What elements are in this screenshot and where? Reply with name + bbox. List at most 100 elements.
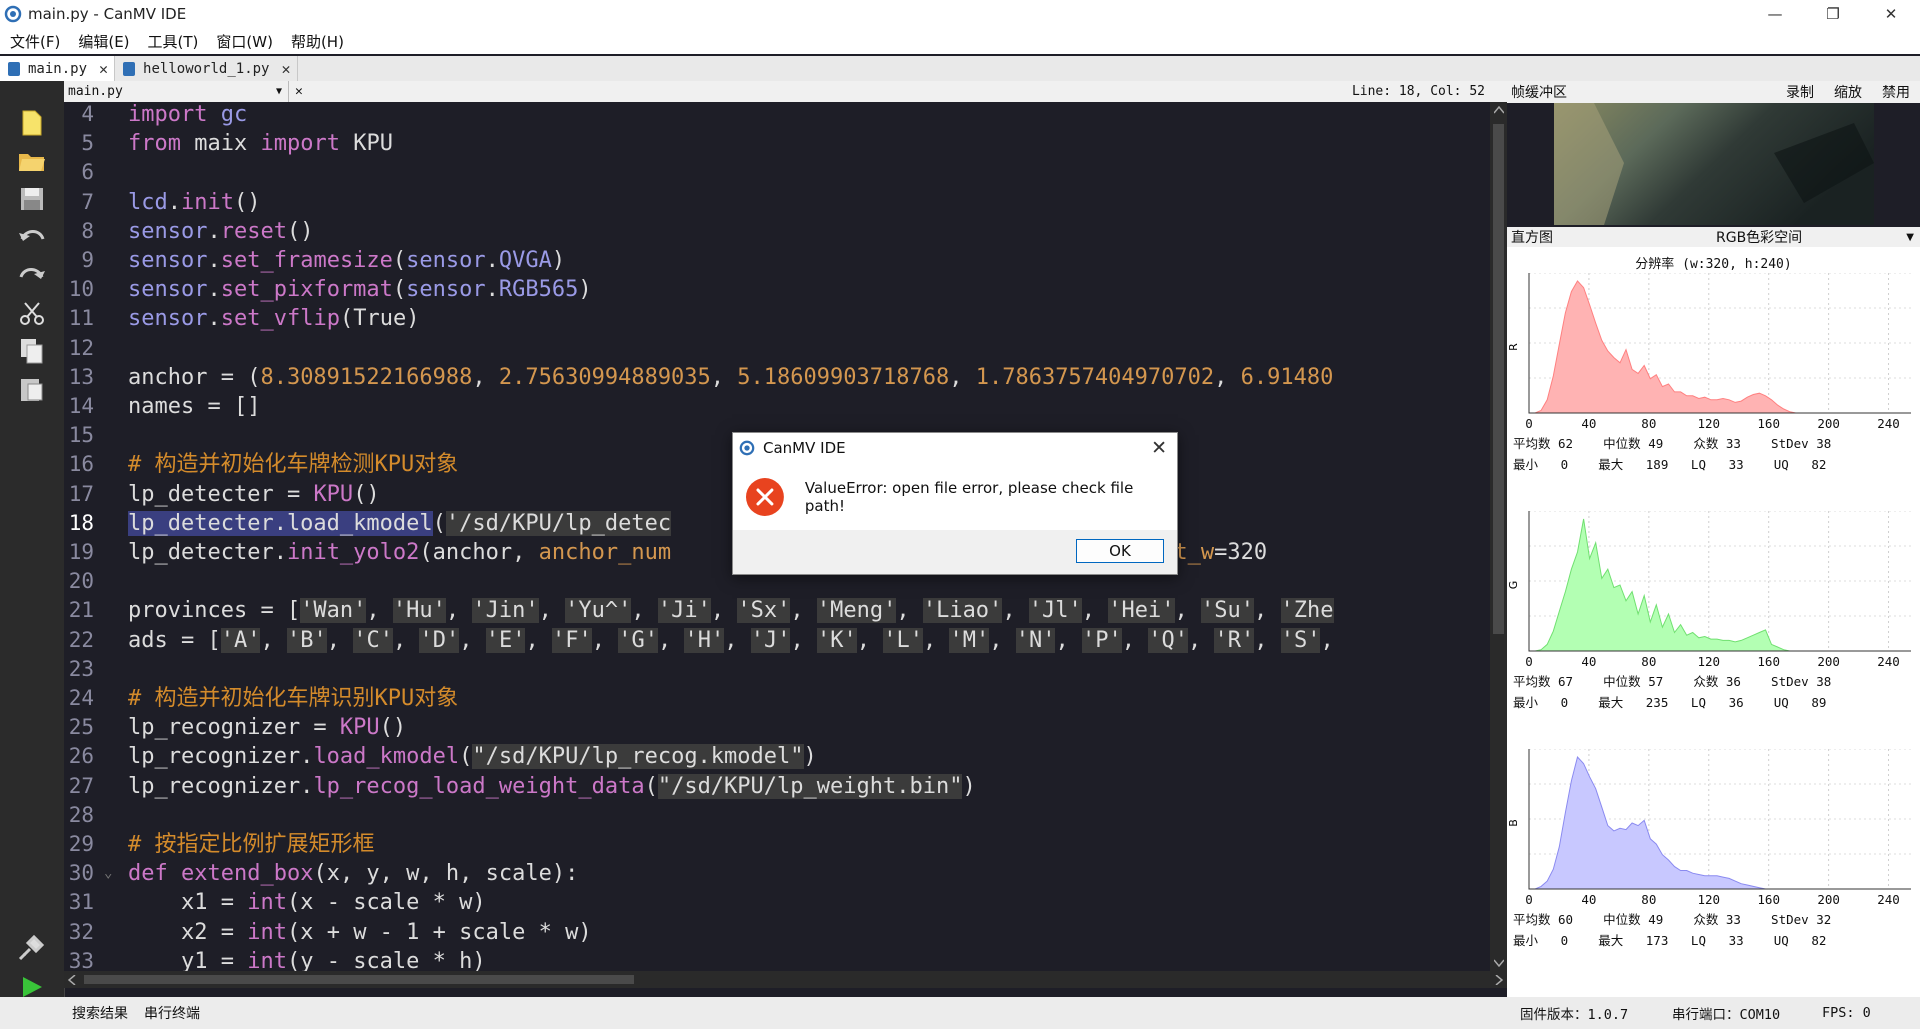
code-line[interactable]: 24 # 构造并初始化车牌识别KPU对象	[64, 684, 1490, 713]
code-line[interactable]: 32 x2 = int(x + w - 1 + scale * w)	[64, 918, 1490, 947]
code-line[interactable]: 4 import gc	[64, 102, 1490, 129]
code-line[interactable]: 23	[64, 655, 1490, 684]
minimize-button[interactable]: —	[1746, 0, 1804, 28]
menu-edit[interactable]: 编辑(E)	[68, 31, 137, 52]
paste-icon[interactable]	[18, 375, 46, 403]
code-line[interactable]: 29 # 按指定比例扩展矩形框	[64, 830, 1490, 859]
line-number: 24	[68, 686, 94, 710]
close-file-button[interactable]: ✕	[289, 84, 309, 99]
code-line[interactable]: 33 y1 = int(y - scale * h)	[64, 947, 1490, 971]
code-line[interactable]: 10 sensor.set_pixformat(sensor.RGB565)	[64, 275, 1490, 304]
line-number: 22	[68, 627, 94, 652]
canmv-logo-icon	[4, 5, 22, 23]
code-line[interactable]: 28	[64, 801, 1490, 830]
tick-label: 160	[1757, 892, 1780, 907]
code-line[interactable]: 7 lcd.init()	[64, 188, 1490, 217]
code-text: # 按指定比例扩展矩形框	[128, 832, 375, 857]
code-line[interactable]: 9 sensor.set_framesize(sensor.QVGA)	[64, 246, 1490, 275]
tab-helloworld[interactable]: helloworld_1.py ✕	[115, 56, 298, 81]
code-line[interactable]: 27 lp_recognizer.lp_recog_load_weight_dat…	[64, 772, 1490, 801]
scroll-down-icon[interactable]	[1494, 959, 1504, 967]
menu-tools[interactable]: 工具(T)	[138, 31, 207, 52]
code-line[interactable]: 31 x1 = int(x - scale * w)	[64, 888, 1490, 917]
fold-chevron-icon[interactable]: ⌄	[104, 859, 112, 888]
line-number: 32	[68, 919, 94, 944]
line-number: 14	[68, 394, 94, 418]
tick-label: 240	[1877, 654, 1900, 669]
code-line[interactable]: 5 from maix import KPU	[64, 129, 1490, 158]
tab-close-icon[interactable]: ✕	[281, 60, 290, 78]
menu-window[interactable]: 窗口(W)	[206, 31, 281, 52]
menu-file[interactable]: 文件(F)	[0, 31, 68, 52]
scroll-left-icon[interactable]	[68, 975, 76, 985]
maximize-button[interactable]: ❐	[1804, 0, 1862, 28]
canmv-logo-icon	[739, 440, 755, 456]
error-icon	[745, 477, 784, 516]
code-line[interactable]: 13 anchor = (8.30891522166988, 2.75630994…	[64, 363, 1490, 392]
code-line[interactable]: 14 names = []	[64, 392, 1490, 421]
code-line[interactable]: 11 sensor.set_vflip(True)	[64, 304, 1490, 333]
menu-help[interactable]: 帮助(H)	[281, 31, 352, 52]
line-number: 19	[68, 540, 94, 564]
stats-row: 平均数 60 中位数 49 众数 33 StDev 32	[1513, 912, 1832, 927]
code-text: provinces = ['Wan', 'Hu', 'Jin', 'Yu^', …	[128, 598, 1334, 624]
open-folder-icon[interactable]	[18, 147, 46, 175]
line-number: 8	[81, 218, 94, 243]
line-number: 9	[81, 248, 94, 272]
scrollbar-thumb[interactable]	[84, 975, 634, 984]
save-icon[interactable]	[18, 185, 46, 213]
framebuffer-title: 帧缓冲区	[1511, 85, 1567, 101]
tick-label: 40	[1581, 416, 1596, 431]
tab-main-py[interactable]: main.py ✕	[0, 56, 116, 81]
window-title: main.py - CanMV IDE	[28, 5, 187, 23]
code-line[interactable]: 12	[64, 334, 1490, 363]
disable-button[interactable]: 禁用	[1872, 82, 1920, 102]
close-window-button[interactable]: ✕	[1862, 0, 1920, 28]
code-text: # 构造并初始化车牌识别KPU对象	[128, 686, 459, 711]
stats-row: 最小 0 最大 189 LQ 33 UQ 82	[1513, 457, 1827, 472]
scroll-right-icon[interactable]	[1495, 975, 1503, 985]
line-number: 6	[81, 160, 94, 185]
colorspace-select[interactable]: RGB色彩空间	[1716, 227, 1906, 247]
tick-label: 0	[1525, 654, 1533, 669]
horizontal-scrollbar[interactable]	[64, 971, 1507, 988]
tick-label: 200	[1817, 654, 1840, 669]
code-line[interactable]: 22 ads = ['A', 'B', 'C', 'D', 'E', 'F', '…	[64, 626, 1490, 655]
code-text: names = []	[128, 394, 261, 419]
code-line[interactable]: 21 provinces = ['Wan', 'Hu', 'Jin', 'Yu^'…	[64, 596, 1490, 625]
redo-icon[interactable]	[18, 261, 46, 289]
code-line[interactable]: 6	[64, 158, 1490, 187]
dialog-close-button[interactable]: ✕	[1151, 437, 1167, 459]
histogram-area	[1529, 280, 1911, 414]
code-line[interactable]: 26 lp_recognizer.load_kmodel("/sd/KPU/lp_…	[64, 742, 1490, 771]
new-file-icon[interactable]	[18, 109, 46, 137]
line-number: 31	[68, 890, 94, 915]
zoom-button[interactable]: 缩放	[1824, 82, 1872, 102]
vertical-scrollbar[interactable]	[1490, 102, 1507, 971]
copy-icon[interactable]	[18, 337, 46, 365]
tick-label: 240	[1877, 416, 1900, 431]
line-number: 4	[81, 102, 94, 126]
serial-terminal-tab[interactable]: 串行终端	[144, 1003, 200, 1023]
tick-label: 160	[1757, 416, 1780, 431]
dialog-title: CanMV IDE	[763, 439, 846, 457]
line-number: 15	[68, 423, 94, 448]
histogram-header: 直方图 RGB色彩空间 ▼	[1507, 227, 1920, 247]
tab-close-icon[interactable]: ✕	[99, 60, 108, 78]
record-button[interactable]: 录制	[1776, 82, 1824, 102]
ok-button[interactable]: OK	[1076, 539, 1164, 563]
file-selector[interactable]: main.py ▼	[64, 81, 289, 102]
undo-icon[interactable]	[18, 223, 46, 251]
code-line[interactable]: 30 ⌄ def extend_box(x, y, w, h, scale):	[64, 859, 1490, 888]
search-results-tab[interactable]: 搜索结果	[72, 1003, 128, 1023]
code-line[interactable]: 25 lp_recognizer = KPU()	[64, 713, 1490, 742]
scrollbar-thumb[interactable]	[1493, 124, 1504, 634]
cut-icon[interactable]	[18, 299, 46, 327]
editor-tab-bar: main.py ✕ helloworld_1.py ✕	[0, 56, 1920, 81]
code-line[interactable]: 8 sensor.reset()	[64, 217, 1490, 246]
line-number: 12	[68, 335, 94, 360]
code-text: anchor = (8.30891522166988, 2.7563099488…	[128, 364, 1334, 390]
scroll-up-icon[interactable]	[1494, 106, 1504, 114]
code-text: sensor.set_pixformat(sensor.RGB565)	[128, 277, 592, 303]
connect-plug-icon[interactable]	[18, 933, 46, 961]
